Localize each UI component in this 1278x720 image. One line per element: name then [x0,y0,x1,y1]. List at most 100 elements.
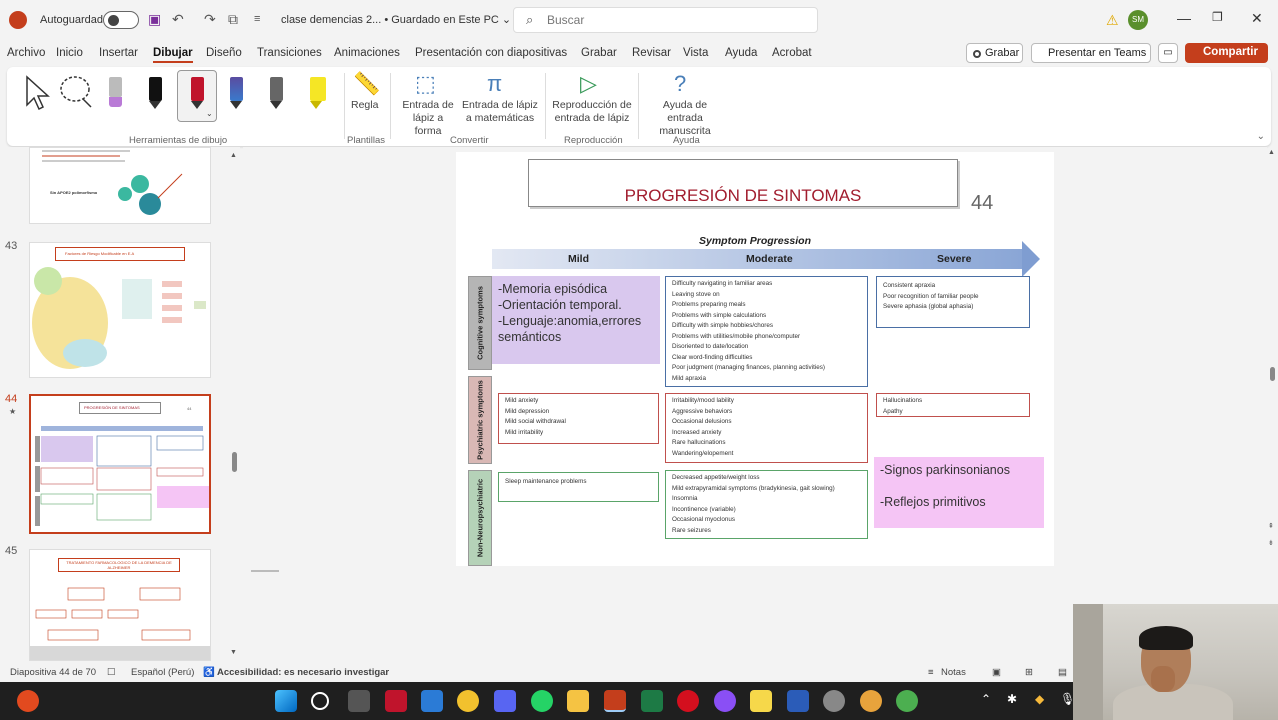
prev-slide-icon[interactable]: ⇞ [1268,522,1274,530]
slide-thumbnail-45[interactable]: TRATAMIENTO FARMACOLOGICO DE LA DEMENCIA… [29,549,211,661]
ink-help-icon[interactable]: ? [674,71,686,97]
thumbnail-scrollbar[interactable]: ▲ ▼ [229,152,239,658]
ink-help-button[interactable]: Ayuda de entrada manuscrita [645,99,725,138]
ink-to-shape-button[interactable]: Entrada de lápiz a forma [398,99,458,138]
eraser-tool[interactable] [100,73,130,109]
record-button[interactable]: Grabar [966,43,1023,63]
autosave-toggle[interactable] [103,11,139,29]
tab-archivo[interactable]: Archivo [7,47,45,59]
notes-icon[interactable]: ≡ [928,667,934,678]
pen-gray[interactable] [261,73,291,109]
app-icon[interactable] [823,690,845,712]
undo-icon[interactable]: ↶ [172,11,184,28]
tab-presentacion[interactable]: Presentación con diapositivas [415,47,567,59]
chrome-profile-icon[interactable] [860,690,882,712]
scroll-up-icon[interactable]: ▲ [230,152,237,159]
file-explorer-icon[interactable] [567,690,589,712]
document-title[interactable]: clase demencias 2... • Guardado en Este … [281,13,511,26]
tray-icon[interactable]: ✱ [1007,692,1017,706]
ink-replay-icon[interactable]: ▷ [580,71,597,97]
ink-to-math-icon[interactable]: π [487,71,502,97]
psych-severe-box[interactable]: Hallucinations Apathy [876,393,1030,417]
store-icon[interactable] [421,690,443,712]
nonneuro-moderate-box[interactable]: Decreased appetite/weight loss Mild extr… [665,470,868,539]
psych-moderate-box[interactable]: Irritability/mood lability Aggressive be… [665,393,868,463]
present-from-start-icon[interactable]: ⧉ [228,11,238,28]
maximize-icon[interactable]: ❐ [1212,10,1223,24]
canvas-vertical-scrollbar[interactable]: ▲ ⇞ ⇟ [1267,147,1278,577]
horizontal-scrollbar[interactable] [247,566,1267,576]
cognitive-severe-box[interactable]: Consistent apraxia Poor recognition of f… [876,276,1030,328]
minimize-icon[interactable]: — [1177,10,1191,26]
redo-icon[interactable]: ↷ [204,11,216,28]
ruler-icon[interactable]: 📏 [353,71,380,97]
task-view-icon[interactable] [348,690,370,712]
tab-diseno[interactable]: Diseño [206,47,242,59]
present-in-teams-button[interactable]: Presentar en Teams [1031,43,1151,63]
search-input[interactable]: ⌕ Buscar [513,7,818,33]
psych-mild-box[interactable]: Mild anxiety Mild depression Mild social… [498,393,659,444]
tray-icon[interactable]: ◆ [1035,692,1044,706]
chevron-up-icon[interactable]: ⌃ [981,692,991,706]
language-indicator[interactable]: Español (Perú) [131,667,194,678]
next-slide-icon[interactable]: ⇟ [1268,539,1274,547]
browser-app-icon[interactable] [17,690,39,712]
comments-icon[interactable]: ▭ [1158,43,1178,63]
cognitive-moderate-box[interactable]: Difficulty navigating in familiar areas … [665,276,868,387]
ruler-label[interactable]: Regla [351,99,378,112]
tab-inicio[interactable]: Inicio [56,47,83,59]
accessibility-icon[interactable]: ♿ [203,667,215,678]
chrome-profile-icon-2[interactable] [896,690,918,712]
select-tool[interactable] [21,73,51,111]
tab-acrobat[interactable]: Acrobat [772,47,812,59]
scroll-down-icon[interactable]: ▼ [230,649,237,656]
lasso-tool[interactable] [59,73,92,109]
scrollbar-thumb[interactable] [1270,367,1275,381]
slide-thumbnail-43[interactable]: Factores de Riesgo Modificable en E.A [29,242,211,378]
cognitive-mild-note[interactable]: -Memoria episódica -Orientación temporal… [492,276,660,364]
scrollbar-thumb[interactable] [251,570,279,572]
pen-red-selected[interactable]: ⌄ [177,70,217,122]
tab-insertar[interactable]: Insertar [99,47,138,59]
slide-thumbnail-42[interactable]: Sin APOE2 polimorfismo [29,147,211,224]
share-button[interactable]: Compartir [1185,43,1268,63]
tab-dibujar[interactable]: Dibujar [153,47,193,63]
avatar[interactable]: SM [1128,10,1148,30]
severe-note[interactable]: -Signos parkinsonianos -Reflejos primiti… [874,457,1044,528]
customize-toolbar-icon[interactable]: ≡ [254,13,260,25]
reading-view-icon[interactable]: ▤ [1058,667,1067,678]
chrome-icon[interactable] [457,690,479,712]
highlighter-yellow[interactable] [301,73,331,109]
spellcheck-icon[interactable]: ☐ [107,667,116,678]
nonneuro-mild-box[interactable]: Sleep maintenance problems [498,472,659,502]
tab-ayuda[interactable]: Ayuda [725,47,757,59]
normal-view-icon[interactable]: ▣ [992,667,1001,678]
tab-transiciones[interactable]: Transiciones [257,47,322,59]
tab-animaciones[interactable]: Animaciones [334,47,400,59]
search-icon[interactable] [311,692,329,710]
tab-revisar[interactable]: Revisar [632,47,671,59]
powerpoint-icon[interactable] [604,690,626,712]
tab-vista[interactable]: Vista [683,47,708,59]
pen-black[interactable] [140,73,170,109]
chevron-down-icon[interactable]: ⌄ [206,109,213,118]
notes-button[interactable]: Notas [941,667,966,678]
ink-to-math-button[interactable]: Entrada de lápiz a matemáticas [462,99,538,125]
whatsapp-icon[interactable] [531,690,553,712]
pen-galaxy[interactable] [221,73,251,109]
warning-icon[interactable]: ⚠ [1106,12,1119,29]
save-icon[interactable]: ▣ [148,11,161,28]
current-slide[interactable]: PROGRESIÓN DE SINTOMAS 44 Symptom Progre… [456,152,1054,566]
tab-grabar[interactable]: Grabar [581,47,617,59]
accessibility-status[interactable]: Accesibilidad: es necesario investigar [217,667,389,678]
opera-icon[interactable] [677,690,699,712]
scroll-up-icon[interactable]: ▲ [1268,149,1275,156]
collapse-ribbon-icon[interactable]: ⌄ [1257,131,1265,142]
word-icon[interactable] [787,690,809,712]
windows-start-icon[interactable] [275,690,297,712]
acrobat-icon[interactable] [385,690,407,712]
messenger-icon[interactable] [714,690,736,712]
ink-replay-button[interactable]: Reproducción de entrada de lápiz [552,99,632,125]
excel-icon[interactable] [641,690,663,712]
ink-to-shape-icon[interactable]: ⬚ [415,71,436,97]
